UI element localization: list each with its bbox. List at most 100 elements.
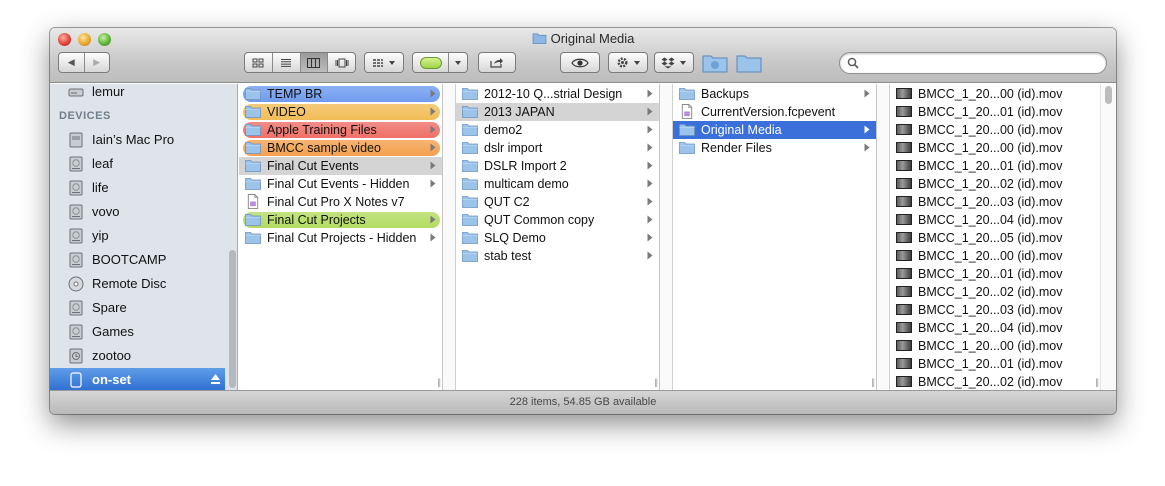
- sidebar-item-iain-s-mac-pro[interactable]: Iain’s Mac Pro: [50, 128, 225, 152]
- file-row[interactable]: BMCC_1_20...02 (id).mov: [890, 175, 1098, 193]
- list-view-button[interactable]: [273, 53, 301, 72]
- file-row[interactable]: Apple Training Files: [239, 121, 442, 139]
- file-row[interactable]: dslr import: [456, 139, 659, 157]
- file-name: DSLR Import 2: [484, 159, 567, 173]
- file-row[interactable]: stab test: [456, 247, 659, 265]
- network-folder-shortcut-icon[interactable]: [702, 53, 728, 73]
- column-view-button[interactable]: [300, 53, 329, 72]
- file-row[interactable]: BMCC_1_20...00 (id).mov: [890, 121, 1098, 139]
- file-row[interactable]: Render Files: [673, 139, 876, 157]
- sidebar-item-label: lemur: [92, 84, 125, 99]
- sidebar-scroll-thumb[interactable]: [229, 250, 236, 388]
- file-row[interactable]: Final Cut Projects: [239, 211, 442, 229]
- file-row[interactable]: BMCC_1_20...04 (id).mov: [890, 211, 1098, 229]
- file-row[interactable]: Final Cut Events - Hidden: [239, 175, 442, 193]
- back-button[interactable]: ◀: [59, 53, 85, 72]
- hard-drive-icon: [69, 180, 83, 196]
- file-row[interactable]: BMCC_1_20...01 (id).mov: [890, 103, 1098, 121]
- file-row[interactable]: Final Cut Events: [239, 157, 442, 175]
- file-row[interactable]: 2012-10 Q...strial Design: [456, 85, 659, 103]
- column-resize-handle[interactable]: ||: [871, 377, 875, 387]
- sidebar-item-on-set[interactable]: on-set: [50, 368, 225, 390]
- column-resize-handle[interactable]: ||: [654, 377, 658, 387]
- label-menu-button[interactable]: [449, 53, 467, 72]
- file-name: BMCC_1_20...04 (id).mov: [918, 213, 1063, 227]
- disclosure-arrow-icon: [647, 89, 653, 98]
- sidebar-item-label: BOOTCAMP: [92, 252, 167, 267]
- column-resize-handle[interactable]: ||: [437, 377, 441, 387]
- file-row[interactable]: Original Media: [673, 121, 876, 139]
- file-row[interactable]: Final Cut Projects - Hidden: [239, 229, 442, 247]
- file-row[interactable]: BMCC_1_20...01 (id).mov: [890, 355, 1098, 373]
- file-row[interactable]: BMCC sample video: [239, 139, 442, 157]
- file-row[interactable]: multicam demo: [456, 175, 659, 193]
- sidebar-item-bootcamp[interactable]: BOOTCAMP: [50, 248, 225, 272]
- sidebar-item-spare[interactable]: Spare: [50, 296, 225, 320]
- forward-button[interactable]: ▶: [85, 53, 110, 72]
- file-row[interactable]: SLQ Demo: [456, 229, 659, 247]
- file-row[interactable]: BMCC_1_20...02 (id).mov: [890, 373, 1098, 390]
- sidebar-item-zootoo[interactable]: zootoo: [50, 344, 225, 368]
- file-row[interactable]: QUT Common copy: [456, 211, 659, 229]
- file-row[interactable]: BMCC_1_20...01 (id).mov: [890, 157, 1098, 175]
- file-row[interactable]: BMCC_1_20...01 (id).mov: [890, 265, 1098, 283]
- movie-thumbnail-icon: [896, 142, 912, 153]
- folder-shortcut-icon[interactable]: [736, 53, 762, 73]
- status-text: 228 items, 54.85 GB available: [509, 396, 657, 408]
- sidebar-item-label: Games: [92, 324, 134, 339]
- optical-disc-icon: [68, 276, 84, 292]
- file-row[interactable]: BMCC_1_20...03 (id).mov: [890, 193, 1098, 211]
- column-4-scroll-thumb[interactable]: [1105, 86, 1112, 104]
- share-button[interactable]: [478, 52, 516, 73]
- search-field[interactable]: [839, 52, 1107, 74]
- disclosure-arrow-icon: [430, 161, 436, 170]
- devices-section-header: DEVICES: [59, 110, 111, 122]
- arrange-button[interactable]: [364, 52, 404, 73]
- folder-icon: [245, 106, 261, 118]
- quick-look-button[interactable]: [560, 52, 600, 73]
- sidebar-item-life[interactable]: life: [50, 176, 225, 200]
- sidebar-item-leaf[interactable]: leaf: [50, 152, 225, 176]
- file-row[interactable]: BMCC_1_20...00 (id).mov: [890, 247, 1098, 265]
- cover-flow-button[interactable]: [328, 53, 355, 72]
- icon-view-icon: [252, 58, 264, 67]
- hard-drive-icon: [69, 324, 83, 340]
- folder-icon: [462, 160, 478, 172]
- file-row[interactable]: Final Cut Pro X Notes v7: [239, 193, 442, 211]
- file-row[interactable]: TEMP BR: [239, 85, 442, 103]
- file-row[interactable]: BMCC_1_20...00 (id).mov: [890, 337, 1098, 355]
- sidebar-item-remote-disc[interactable]: Remote Disc: [50, 272, 225, 296]
- search-input[interactable]: [862, 55, 1100, 71]
- file-row[interactable]: BMCC_1_20...00 (id).mov: [890, 139, 1098, 157]
- action-button[interactable]: [608, 52, 648, 73]
- sidebar-scrollbar[interactable]: [226, 84, 237, 390]
- sidebar-item-lemur[interactable]: lemur: [50, 84, 225, 104]
- sidebar-item-label: leaf: [92, 156, 113, 171]
- file-name: TEMP BR: [267, 87, 323, 101]
- file-row[interactable]: QUT C2: [456, 193, 659, 211]
- file-name: SLQ Demo: [484, 231, 546, 245]
- movie-thumbnail-icon: [896, 214, 912, 225]
- folder-icon: [245, 124, 261, 136]
- sidebar-item-games[interactable]: Games: [50, 320, 225, 344]
- disclosure-arrow-icon: [647, 143, 653, 152]
- file-row[interactable]: demo2: [456, 121, 659, 139]
- file-row[interactable]: 2013 JAPAN: [456, 103, 659, 121]
- file-row[interactable]: CurrentVersion.fcpevent: [673, 103, 876, 121]
- file-name: Final Cut Projects: [267, 213, 366, 227]
- eject-icon[interactable]: [210, 373, 221, 385]
- sidebar-item-yip[interactable]: yip: [50, 224, 225, 248]
- file-row[interactable]: Backups: [673, 85, 876, 103]
- file-row[interactable]: BMCC_1_20...04 (id).mov: [890, 319, 1098, 337]
- file-row[interactable]: BMCC_1_20...02 (id).mov: [890, 283, 1098, 301]
- label-button[interactable]: [413, 53, 450, 72]
- file-row[interactable]: BMCC_1_20...00 (id).mov: [890, 85, 1098, 103]
- sidebar-item-vovo[interactable]: vovo: [50, 200, 225, 224]
- file-row[interactable]: DSLR Import 2: [456, 157, 659, 175]
- file-row[interactable]: VIDEO: [239, 103, 442, 121]
- dropbox-button[interactable]: [654, 52, 694, 73]
- icon-view-button[interactable]: [245, 53, 273, 72]
- file-row[interactable]: BMCC_1_20...05 (id).mov: [890, 229, 1098, 247]
- column-4-scrollbar[interactable]: [1100, 84, 1116, 390]
- file-row[interactable]: BMCC_1_20...03 (id).mov: [890, 301, 1098, 319]
